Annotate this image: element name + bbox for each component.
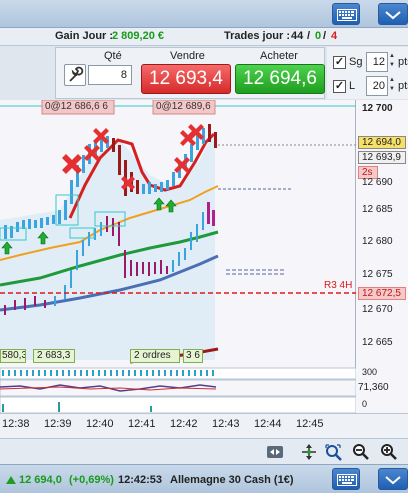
trades-win: 0 — [315, 30, 322, 42]
y-tick: 12 670 — [362, 304, 393, 315]
keyboard-icon — [337, 9, 357, 21]
order-tag-right[interactable]: 0@12 689,6 — [156, 101, 211, 112]
settings-button[interactable] — [64, 64, 86, 86]
bid-price-box: 12 693,9 — [358, 151, 406, 164]
qty-label: Qté — [104, 50, 122, 62]
order-tag-left[interactable]: 0@12 686,6 6 — [45, 101, 108, 112]
trades-sep-1: / — [307, 30, 311, 42]
trades-label: Trades jour : — [224, 30, 291, 42]
trades-sep-2: / — [323, 30, 327, 42]
x-tick: 12:40 — [86, 418, 114, 430]
scroll-button[interactable] — [266, 443, 284, 461]
stop-options-panel: ✓ Sg 12 ▲▼ pts ✓ L 20 ▲▼ pts — [327, 47, 408, 99]
x-tick: 12:45 — [296, 418, 324, 430]
chart-toolbar — [0, 438, 408, 464]
status-instrument: Allemagne 30 Cash (1€) — [170, 474, 294, 486]
status-change: (+0,69%) — [69, 474, 114, 486]
trading-window: Gain Jour : 2 809,20 € Trades jour : 44 … — [0, 0, 408, 493]
wrench-icon — [69, 66, 84, 82]
arrow-up-icon — [6, 476, 16, 484]
status-menu-button[interactable] — [378, 468, 408, 490]
sg-input[interactable]: 12 — [366, 52, 388, 72]
gain-label: Gain Jour : — [55, 30, 114, 42]
status-bar: 12 694,0 (+0,69%) 12:42:53 Allemagne 30 … — [0, 464, 408, 493]
keyboard-icon — [337, 474, 357, 486]
chevron-down-icon — [385, 476, 401, 485]
y-tick: 12 685 — [362, 204, 393, 215]
sg-spinner[interactable]: ▲ ▼ — [387, 52, 397, 72]
buy-button[interactable]: 12 694,6 — [235, 64, 325, 94]
x-tick: 12:41 — [128, 418, 156, 430]
r3-label: R3 4H — [324, 280, 353, 291]
keyboard-button[interactable] — [332, 3, 360, 25]
zoom-out-button[interactable] — [352, 443, 370, 461]
move-icon — [302, 444, 316, 460]
orders-label[interactable]: 2 ordres — [130, 349, 180, 363]
trades-total: 44 — [291, 30, 304, 42]
y-tick: 12 675 — [362, 269, 393, 280]
buy-label: Acheter — [260, 50, 298, 62]
quantity-input[interactable]: 8 — [88, 65, 132, 85]
l-checkbox[interactable]: ✓ — [333, 80, 346, 93]
zoom-out-icon — [353, 444, 369, 460]
chevron-down-icon — [385, 11, 401, 20]
status-time: 12:42:53 — [118, 474, 163, 486]
indicator-panel-3 — [0, 396, 357, 414]
gain-value: 2 809,20 € — [112, 30, 164, 42]
x-tick: 12:42 — [170, 418, 198, 430]
order-panel: Qté Vendre Acheter 8 12 693,4 12 694,6 — [55, 47, 325, 99]
l-unit: pts — [398, 80, 408, 92]
l-spinner[interactable]: ▲ ▼ — [387, 76, 397, 96]
price-axis: 12 700 12 694,0 12 693,9 2s 12 690 12 68… — [356, 100, 408, 413]
trades-loss: 4 — [331, 30, 338, 42]
sell-button[interactable]: 12 693,4 — [141, 64, 231, 94]
indicator-mid-value: 71,360 — [358, 382, 389, 393]
indicator-bot-value: 0 — [362, 399, 368, 409]
keyboard-button-bottom[interactable] — [332, 468, 360, 490]
move-button[interactable] — [300, 443, 318, 461]
time-axis: 12:38 12:39 12:40 12:41 12:42 12:43 12:4… — [0, 413, 408, 438]
sg-unit: pts — [398, 56, 408, 68]
status-price: 12 694,0 — [19, 474, 62, 486]
zoom-in-button[interactable] — [380, 443, 398, 461]
y-tick: 12 700 — [362, 103, 393, 114]
x-tick: 12:43 — [212, 418, 240, 430]
orders-qty-label: 3 6 — [183, 349, 203, 363]
y-tick: 12 690 — [362, 177, 393, 188]
label-box-2: 2 683,3 — [33, 349, 75, 363]
x-tick: 12:38 — [2, 418, 30, 430]
r3-price-box: 12 672,5 — [358, 287, 406, 300]
indicator-top-value: 300 — [362, 367, 378, 377]
sg-checkbox[interactable]: ✓ — [333, 56, 346, 69]
sg-label: Sg — [349, 56, 363, 68]
l-label: L — [349, 80, 356, 92]
x-tick: 12:39 — [44, 418, 72, 430]
ask-price-box: 12 694,0 — [358, 136, 406, 149]
scroll-icon — [267, 446, 283, 458]
chart-canvas[interactable] — [0, 99, 357, 414]
sell-label: Vendre — [170, 50, 205, 62]
x-tick: 12:44 — [254, 418, 282, 430]
top-bar — [0, 0, 408, 28]
magnifier-icon — [325, 444, 342, 461]
daily-stats-bar: Gain Jour : 2 809,20 € Trades jour : 44 … — [0, 28, 408, 46]
window-menu-button[interactable] — [378, 3, 408, 25]
price-chart[interactable]: 0@12 686,6 6 0@12 689,6 R3 4H 580,3 2 68… — [0, 99, 357, 414]
y-tick: 12 680 — [362, 236, 393, 247]
zoom-in-icon — [381, 444, 397, 460]
label-box-1: 580,3 — [0, 349, 26, 363]
y-tick: 12 665 — [362, 337, 393, 348]
autoscale-button[interactable] — [324, 443, 342, 461]
l-input[interactable]: 20 — [366, 76, 388, 96]
